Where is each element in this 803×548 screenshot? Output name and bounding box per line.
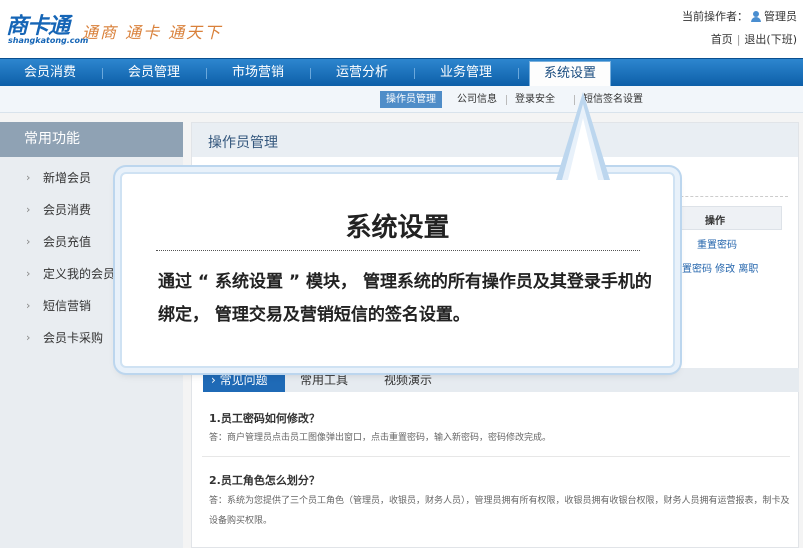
- nav-divider: [310, 68, 311, 79]
- faq-answer: 答：系统为您提供了三个员工角色（管理员，收银员，财务人员），管理员拥有所有权限，…: [209, 496, 790, 526]
- column-header-action: 操作: [705, 216, 725, 227]
- nav-divider: [206, 68, 207, 79]
- sidebar-item-label: 会员卡采购: [43, 331, 104, 345]
- reset-password-link[interactable]: 重置密码: [697, 236, 737, 251]
- callout-title: 系统设置: [345, 213, 450, 243]
- sidebar-item-label: 会员消费: [43, 203, 92, 217]
- subnav-company-info[interactable]: 公司信息: [457, 91, 497, 108]
- faq-question: 1.员工密码如何修改？: [209, 412, 320, 425]
- faq-tabs: › 常见问题 常用工具 视频演示: [203, 368, 799, 392]
- user-icon: [751, 10, 761, 22]
- sidebar-title: 常用功能: [0, 122, 183, 157]
- faq-answer: 答：商户管理员点击员工图像弹出窗口，点击重置密码，输入新密码，密码修改完成。: [209, 433, 552, 443]
- nav-item-member-manage[interactable]: 会员管理: [104, 59, 204, 87]
- tab-faq[interactable]: › 常见问题: [203, 368, 285, 392]
- sidebar-item-label: 定义我的会员卡: [43, 267, 128, 281]
- nav-item-member-consume[interactable]: 会员消费: [0, 59, 100, 87]
- feature-callout: 系统设置 通过 “ 系统设置 ” 模块， 管理系统的所有操作员及其登录手机的绑定…: [120, 92, 675, 368]
- chevron-right-icon: ›: [26, 331, 31, 344]
- home-link[interactable]: 首页: [711, 33, 733, 46]
- operator-label: 当前操作者：: [682, 10, 748, 23]
- chevron-right-icon: ›: [26, 171, 31, 184]
- operator-info: 当前操作者： 管理员: [682, 8, 797, 24]
- callout-pointer: [556, 92, 610, 180]
- chevron-right-icon: ›: [26, 235, 31, 248]
- main-nav: 会员消费 会员管理 市场营销 运营分析 业务管理 系统设置: [0, 58, 803, 87]
- faq-question: 2.员工角色怎么划分？: [209, 474, 320, 487]
- sub-nav: 操作员管理 公司信息 登录安全 短信签名设置: [0, 86, 803, 113]
- nav-divider: [102, 68, 103, 79]
- callout-body: 通过 “ 系统设置 ” 模块， 管理系统的所有操作员及其登录手机的绑定， 管理交…: [158, 272, 652, 325]
- sidebar-item-label: 新增会员: [43, 171, 92, 185]
- main-header: 操作员管理: [192, 123, 798, 157]
- link-divider: |: [736, 33, 741, 46]
- nav-item-analysis[interactable]: 运营分析: [312, 59, 412, 87]
- logo-domain: shangkatong.com: [8, 36, 89, 45]
- table-header: 操作: [662, 206, 782, 230]
- nav-item-business[interactable]: 业务管理: [416, 59, 516, 87]
- chevron-right-icon: ›: [26, 267, 31, 280]
- nav-item-marketing[interactable]: 市场营销: [208, 59, 308, 87]
- slogan: 通商 通卡 通天下: [82, 23, 223, 42]
- divider: [156, 250, 640, 251]
- subnav-divider: [506, 95, 507, 105]
- page-title: 操作员管理: [208, 135, 278, 151]
- logout-link[interactable]: 退出(下班): [744, 33, 797, 46]
- header: 商卡通 shangkatong.com 通商 通卡 通天下 当前操作者： 管理员…: [0, 0, 803, 58]
- nav-item-system-settings[interactable]: 系统设置: [529, 61, 611, 87]
- nav-divider: [518, 68, 519, 79]
- sidebar-item-label: 会员充值: [43, 235, 92, 249]
- top-links: 首页 | 退出(下班): [711, 31, 797, 47]
- logo[interactable]: 商卡通 shangkatong.com: [6, 8, 88, 48]
- chevron-right-icon: ›: [26, 203, 31, 216]
- nav-divider: [414, 68, 415, 79]
- subnav-operator-manage[interactable]: 操作员管理: [380, 91, 442, 108]
- row-action-links[interactable]: 重置密码 修改 离职: [672, 260, 758, 275]
- divider: [202, 456, 790, 457]
- sidebar-item-label: 短信营销: [43, 299, 92, 313]
- tab-tools[interactable]: 常用工具: [300, 368, 348, 392]
- tab-video[interactable]: 视频演示: [384, 368, 432, 392]
- operator-name: 管理员: [764, 10, 797, 23]
- chevron-right-icon: ›: [26, 299, 31, 312]
